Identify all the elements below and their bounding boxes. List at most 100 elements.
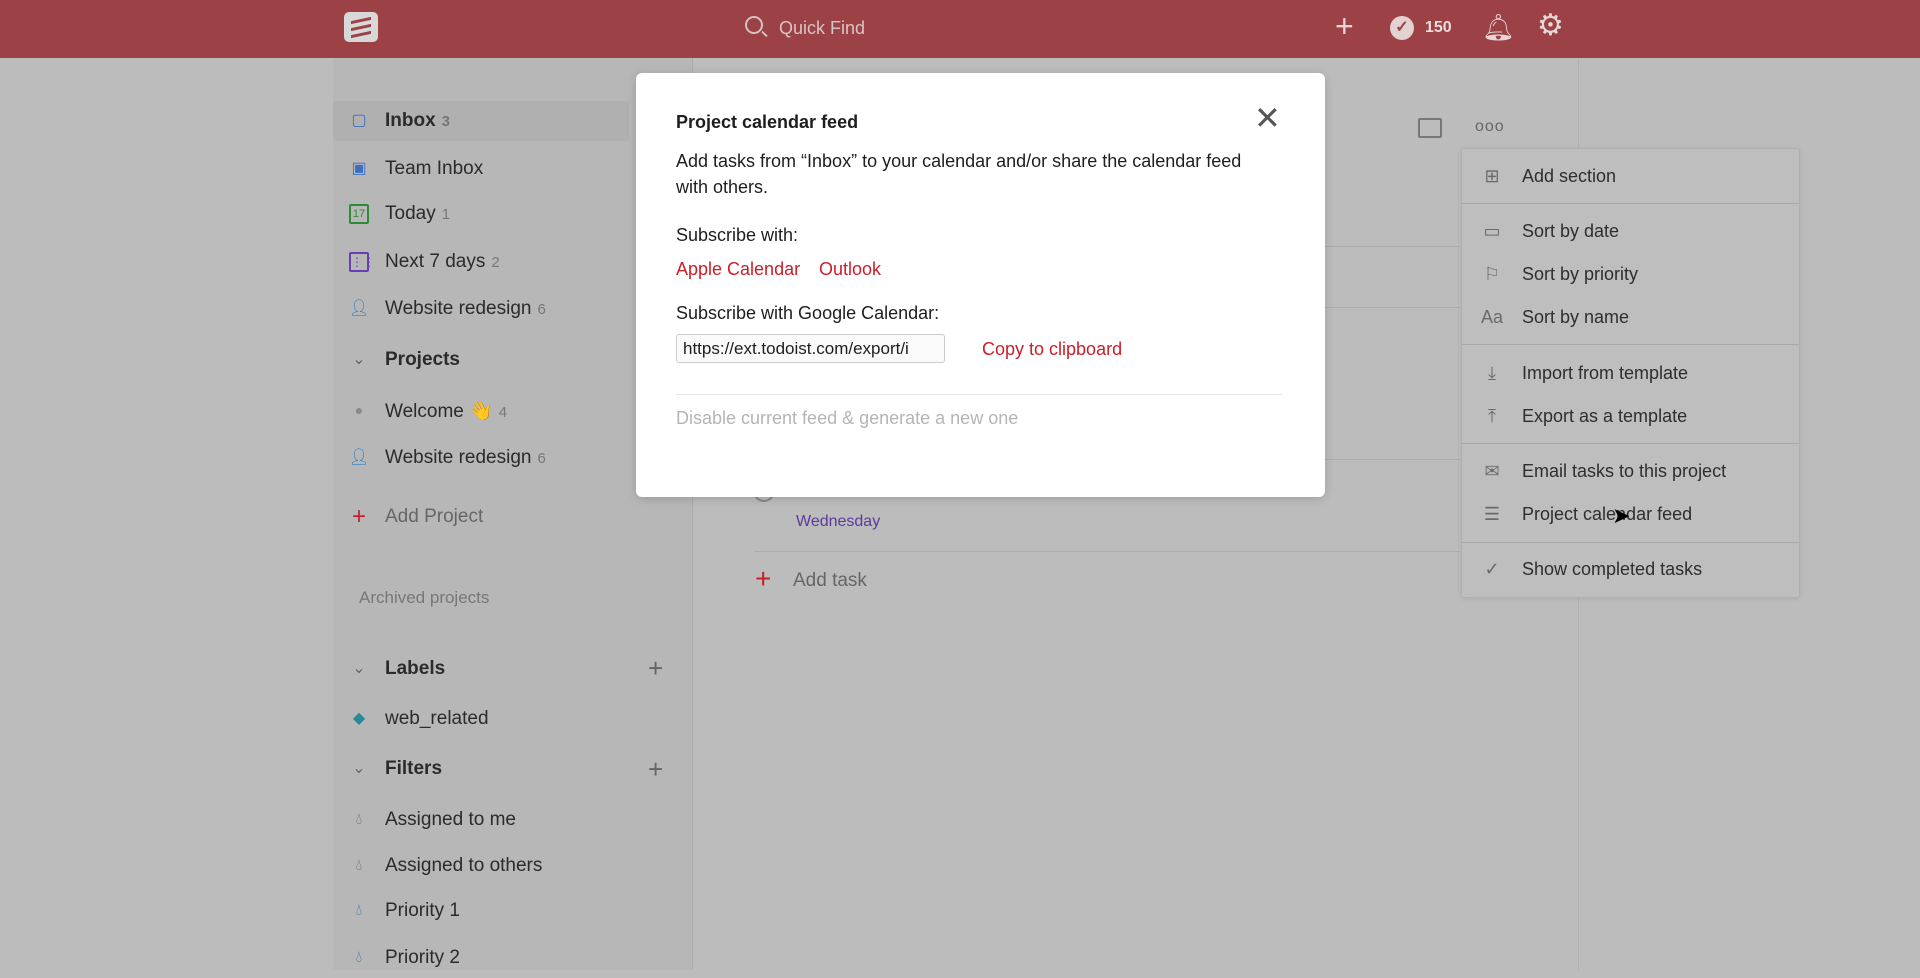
label-web-related[interactable]: ◆ web_related — [333, 699, 633, 739]
add-icon[interactable]: + — [1335, 8, 1354, 45]
dialog-title: Project calendar feed — [676, 112, 859, 132]
outlook-link[interactable]: Outlook — [819, 259, 881, 280]
label: Next 7 days — [385, 251, 486, 272]
sidebar-item-today[interactable]: 17 Today 1 — [333, 194, 633, 234]
label: Website redesign — [385, 447, 532, 468]
drop-icon: 💧︎ — [355, 857, 363, 874]
check-circle-icon: ✓ — [1484, 559, 1500, 579]
add-label-icon[interactable]: + — [648, 653, 663, 684]
menu-item-add-section[interactable]: ⊞ Add section — [1462, 156, 1799, 196]
label: Assigned to me — [385, 809, 516, 830]
dialog-description: Add tasks from “Inbox” to your calendar … — [676, 151, 1242, 171]
projects-header[interactable]: ⌄ Projects — [333, 340, 633, 380]
drop-icon: 💧︎ — [355, 811, 363, 828]
menu-item-label: Export as a template — [1522, 406, 1688, 426]
count: 6 — [537, 301, 546, 318]
dialog-description-line2: with others. — [676, 177, 769, 197]
divider — [676, 394, 1283, 395]
menu-item-label: Sort by name — [1522, 307, 1630, 327]
list-icon: ☰ — [1483, 504, 1501, 524]
download-icon: ⤓ — [1488, 363, 1496, 383]
menu-item-label: Sort by date — [1522, 221, 1620, 241]
project-welcome[interactable]: ● Welcome 👋 4 — [333, 390, 633, 430]
sidebar-item-website-redesign[interactable]: 👤︎ Website redesign 6 — [333, 289, 633, 329]
label: Inbox — [385, 110, 436, 131]
label: Team Inbox — [385, 158, 484, 179]
apple-calendar-link[interactable]: Apple Calendar — [676, 259, 800, 280]
add-project-button[interactable]: + Add Project — [333, 497, 633, 537]
plus-icon: + — [351, 503, 366, 530]
label: Projects — [385, 349, 460, 370]
label: Labels — [385, 658, 446, 679]
menu-separator — [1462, 443, 1799, 444]
menu-item-sort-by-date[interactable]: ▭ Sort by date — [1462, 211, 1799, 251]
label: Priority 1 — [385, 900, 460, 921]
add-task-plus-icon[interactable]: + — [755, 563, 771, 595]
sidebar-item-next-7-days[interactable]: ⋮⋮ Next 7 days 2 — [333, 242, 633, 282]
upload-icon: ⤒ — [1488, 406, 1496, 426]
search-icon[interactable] — [745, 16, 763, 34]
bell-icon[interactable]: 🔔︎ — [1482, 12, 1515, 43]
chevron-down-icon[interactable]: ⌄ — [349, 759, 369, 779]
calendar-today-icon: 17 — [349, 204, 369, 224]
more-icon[interactable]: ooo — [1475, 118, 1505, 136]
gear-icon[interactable]: ⚙︎ — [1537, 8, 1564, 43]
menu-item-sort-by-priority[interactable]: ⚐ Sort by priority — [1462, 254, 1799, 294]
filter-assigned-to-me[interactable]: 💧︎ Assigned to me — [333, 800, 633, 840]
filter-assigned-to-others[interactable]: 💧︎ Assigned to others — [333, 846, 633, 886]
label: Assigned to others — [385, 855, 543, 876]
menu-item-import-from-template[interactable]: ⤓ Import from template — [1462, 353, 1799, 393]
add-section-icon: ⊞ — [1484, 166, 1500, 186]
chevron-down-icon[interactable]: ⌄ — [349, 350, 369, 370]
menu-separator — [1462, 203, 1799, 204]
labels-header[interactable]: ⌄ Labels — [333, 649, 633, 689]
sidebar-item-inbox[interactable]: ▢ Inbox 3 — [333, 101, 629, 141]
copy-to-clipboard-link[interactable]: Copy to clipboard — [982, 339, 1122, 360]
karma-count[interactable]: 150 — [1425, 19, 1452, 37]
menu-separator — [1462, 344, 1799, 345]
menu-item-label: Project calendar feed — [1522, 504, 1693, 524]
karma-check-icon[interactable]: ✓ — [1390, 16, 1414, 40]
filter-priority-2[interactable]: 💧︎ Priority 2 — [333, 938, 633, 978]
inbox-icon: ▢ — [351, 112, 367, 129]
project-actions-menu: ⊞ Add section ▭ Sort by date ⚐ Sort by priori… — [1461, 148, 1800, 598]
menu-item-show-completed-tasks[interactable]: ✓ Show completed tasks — [1462, 549, 1799, 589]
project-website-redesign[interactable]: 👤︎ Website redesign 6 — [333, 438, 633, 478]
feed-url-input[interactable]: https://ext.todoist.com/export/i — [676, 334, 945, 363]
archived-projects-link[interactable]: Archived projects — [359, 578, 659, 618]
menu-item-project-calendar-feed[interactable]: ☰ Project calendar feed — [1462, 494, 1799, 534]
tag-icon: ◆ — [352, 710, 366, 727]
dot-icon: ● — [354, 402, 364, 418]
menu-item-label: Sort by priority — [1522, 264, 1639, 284]
sidebar-item-team-inbox[interactable]: ▣ Team Inbox — [333, 149, 633, 189]
filter-priority-1[interactable]: 💧︎ Priority 1 — [333, 891, 633, 931]
chevron-down-icon[interactable]: ⌄ — [349, 659, 369, 679]
label: Today — [385, 203, 436, 224]
quick-find-input[interactable]: Quick Find — [779, 18, 865, 39]
disable-feed-link[interactable]: Disable current feed & generate a new on… — [676, 408, 1018, 429]
count: 4 — [498, 404, 508, 421]
menu-item-label: Import from template — [1522, 363, 1689, 383]
label: Filters — [385, 758, 443, 779]
comment-icon[interactable] — [1418, 118, 1442, 138]
drop-icon: 💧︎ — [355, 949, 363, 966]
menu-item-email-tasks-to-this-project[interactable]: ✉ Email tasks to this project — [1462, 451, 1799, 491]
count: 6 — [537, 450, 546, 467]
close-icon[interactable]: ✕ — [1254, 99, 1281, 137]
label: Welcome 👋 — [385, 401, 493, 422]
calendar-week-icon: ⋮⋮ — [349, 252, 375, 272]
mail-icon: ✉ — [1484, 461, 1500, 481]
count: 1 — [441, 206, 451, 223]
menu-item-export-as-a-template[interactable]: ⤒ Export as a template — [1462, 396, 1799, 436]
logo-icon[interactable] — [344, 12, 378, 42]
task-due-date: Wednesday — [796, 513, 881, 530]
menu-item-sort-by-name[interactable]: Aa Sort by name — [1462, 297, 1799, 337]
label: Add Project — [385, 506, 484, 527]
menu-item-label: Show completed tasks — [1522, 559, 1703, 579]
subscribe-with-label: Subscribe with: — [676, 225, 799, 245]
add-task-button[interactable]: Add task — [793, 570, 867, 592]
count: 3 — [441, 113, 451, 130]
filters-header[interactable]: ⌄ Filters — [333, 749, 633, 789]
menu-item-label: Email tasks to this project — [1522, 461, 1727, 481]
add-filter-icon[interactable]: + — [648, 754, 663, 785]
